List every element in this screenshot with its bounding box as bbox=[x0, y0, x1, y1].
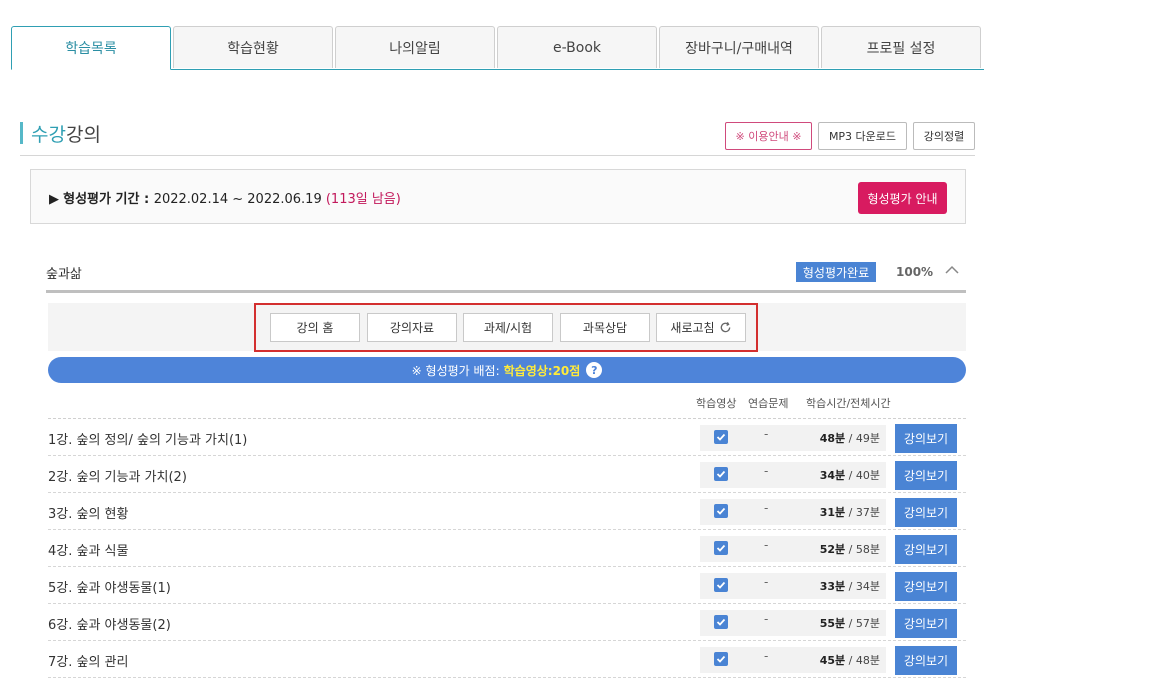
course-divider bbox=[46, 290, 966, 293]
practice-status: - bbox=[764, 575, 769, 589]
lecture-title: 6강. 숲과 야생동물(2) bbox=[48, 618, 171, 633]
studied-time: 31분 bbox=[819, 506, 846, 519]
period-range: 2022.02.14 ~ 2022.06.19 bbox=[153, 192, 322, 207]
check-icon bbox=[714, 615, 728, 629]
table-row: 4강. 숲과 식물 - 52분 / 58분 강의보기 bbox=[48, 530, 966, 567]
total-time: 40분 bbox=[855, 469, 880, 482]
study-time: 33분 / 34분 bbox=[819, 580, 880, 593]
page-title-rest: 강의 bbox=[65, 123, 101, 146]
watch-lecture-button[interactable]: 강의보기 bbox=[895, 646, 957, 675]
score-value: 학습영상:20점 bbox=[503, 363, 581, 378]
check-icon bbox=[714, 541, 728, 555]
practice-status: - bbox=[764, 464, 769, 478]
study-time: 31분 / 37분 bbox=[819, 506, 880, 519]
usage-guide-button[interactable]: ※ 이용안내 ※ bbox=[725, 122, 812, 150]
studied-time: 34분 bbox=[819, 469, 846, 482]
watch-lecture-button[interactable]: 강의보기 bbox=[895, 424, 957, 453]
table-row: 5강. 숲과 야생동물(1) - 33분 / 34분 강의보기 bbox=[48, 567, 966, 604]
period-label: 형성평가 기간 : bbox=[63, 192, 154, 207]
table-row: 3강. 숲의 현황 - 31분 / 37분 강의보기 bbox=[48, 493, 966, 530]
period-remaining: (113일 남음) bbox=[325, 192, 401, 207]
page-title: 수강 강의 bbox=[20, 120, 101, 146]
practice-status: - bbox=[764, 649, 769, 663]
tab-my-notifications[interactable]: 나의알림 bbox=[335, 26, 495, 68]
practice-status: - bbox=[764, 538, 769, 552]
chevron-up-icon[interactable] bbox=[944, 262, 960, 278]
studied-time: 55분 bbox=[819, 617, 846, 630]
assessment-period-box: ▶ 형성평가 기간 : 2022.02.14 ~ 2022.06.19 (113… bbox=[30, 169, 966, 224]
table-row: 7강. 숲의 관리 - 45분 / 48분 강의보기 bbox=[48, 641, 966, 678]
title-accent-bar bbox=[20, 122, 23, 144]
total-time: 58분 bbox=[855, 543, 880, 556]
table-row: 2강. 숲의 기능과 가치(2) - 34분 / 40분 강의보기 bbox=[48, 456, 966, 493]
assessment-period-text: ▶ 형성평가 기간 : 2022.02.14 ~ 2022.06.19 (113… bbox=[49, 192, 401, 207]
check-icon bbox=[714, 578, 728, 592]
lecture-title: 5강. 숲과 야생동물(1) bbox=[48, 581, 171, 596]
mp3-download-button[interactable]: MP3 다운로드 bbox=[818, 122, 907, 150]
studied-time: 48분 bbox=[819, 432, 846, 445]
studied-time: 45분 bbox=[819, 654, 846, 667]
table-row: 1강. 숲의 정의/ 숲의 기능과 가치(1) - 48분 / 49분 강의보기 bbox=[48, 419, 966, 456]
watch-lecture-button[interactable]: 강의보기 bbox=[895, 498, 957, 527]
lecture-title: 1강. 숲의 정의/ 숲의 기능과 가치(1) bbox=[48, 433, 248, 448]
progress-percent: 100% bbox=[896, 265, 934, 279]
page-title-accent: 수강 bbox=[31, 123, 66, 146]
study-time: 34분 / 40분 bbox=[819, 469, 880, 482]
score-label: ※ 형성평가 배점: bbox=[411, 363, 500, 378]
lecture-title: 2강. 숲의 기능과 가치(2) bbox=[48, 470, 187, 485]
course-name: 숲과삶 bbox=[46, 267, 82, 282]
studied-time: 52분 bbox=[819, 543, 846, 556]
lecture-title: 7강. 숲의 관리 bbox=[48, 655, 129, 670]
watch-lecture-button[interactable]: 강의보기 bbox=[895, 609, 957, 638]
total-time: 49분 bbox=[855, 432, 880, 445]
studied-time: 33분 bbox=[819, 580, 846, 593]
tab-bar: 학습목록 학습현황 나의알림 e-Book 장바구니/구매내역 프로필 설정 bbox=[11, 26, 984, 70]
assessment-score-banner: ※ 형성평가 배점: 학습영상:20점 ? bbox=[48, 357, 966, 383]
study-time: 55분 / 57분 bbox=[819, 617, 880, 630]
total-time: 48분 bbox=[855, 654, 880, 667]
watch-lecture-button[interactable]: 강의보기 bbox=[895, 461, 957, 490]
total-time: 34분 bbox=[855, 580, 880, 593]
lecture-title: 4강. 숲과 식물 bbox=[48, 544, 129, 559]
total-time: 37분 bbox=[855, 506, 880, 519]
study-time: 45분 / 48분 bbox=[819, 654, 880, 667]
tab-learning-status[interactable]: 학습현황 bbox=[173, 26, 333, 68]
lecture-title: 3강. 숲의 현황 bbox=[48, 507, 129, 522]
highlight-frame bbox=[254, 303, 758, 352]
table-row: 6강. 숲과 야생동물(2) - 55분 / 57분 강의보기 bbox=[48, 604, 966, 641]
help-icon[interactable]: ? bbox=[586, 362, 603, 378]
practice-status: - bbox=[764, 427, 769, 441]
watch-lecture-button[interactable]: 강의보기 bbox=[895, 535, 957, 564]
check-icon bbox=[714, 467, 728, 481]
lecture-sort-button[interactable]: 강의정렬 bbox=[913, 122, 975, 150]
check-icon bbox=[714, 430, 728, 444]
study-time: 48분 / 49분 bbox=[819, 432, 880, 445]
total-time: 57분 bbox=[855, 617, 880, 630]
column-time: 학습시간/전체시간 bbox=[806, 397, 891, 410]
assessment-guide-button[interactable]: 형성평가 안내 bbox=[858, 182, 947, 214]
divider bbox=[20, 155, 975, 156]
practice-status: - bbox=[764, 501, 769, 515]
watch-lecture-button[interactable]: 강의보기 bbox=[895, 572, 957, 601]
column-practice: 연습문제 bbox=[748, 397, 789, 410]
check-icon bbox=[714, 504, 728, 518]
tab-ebook[interactable]: e-Book bbox=[497, 26, 657, 68]
tab-cart-purchases[interactable]: 장바구니/구매내역 bbox=[659, 26, 819, 68]
practice-status: - bbox=[764, 612, 769, 626]
study-time: 52분 / 58분 bbox=[819, 543, 880, 556]
tab-profile-settings[interactable]: 프로필 설정 bbox=[821, 26, 981, 68]
status-badge: 형성평가완료 bbox=[796, 262, 876, 282]
tab-learning-list[interactable]: 학습목록 bbox=[11, 26, 171, 70]
column-video: 학습영상 bbox=[696, 397, 737, 410]
check-icon bbox=[714, 652, 728, 666]
